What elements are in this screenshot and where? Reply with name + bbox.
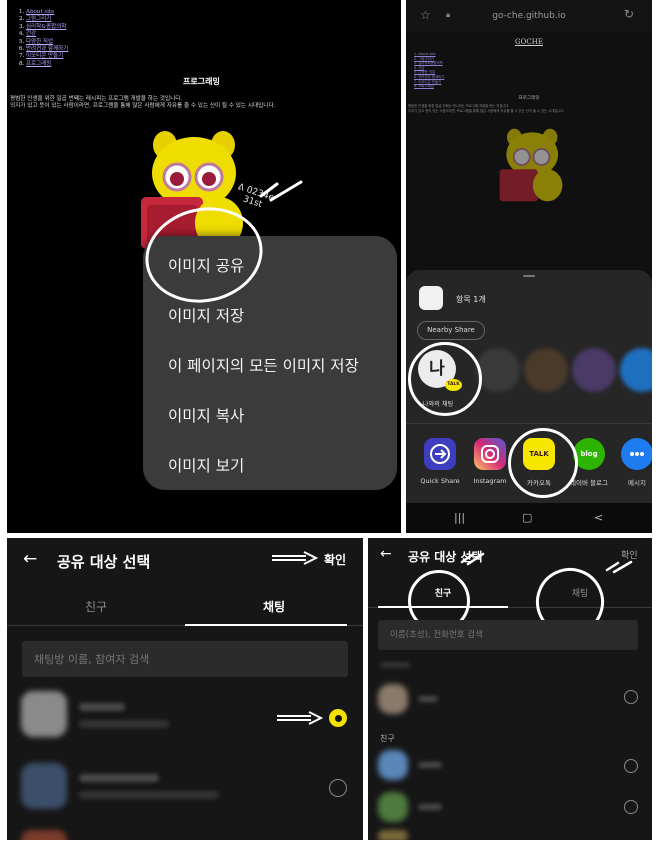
url-text[interactable]: go-che.github.io (406, 11, 652, 21)
blurred-subtitle (79, 720, 169, 728)
page-body-text: 평범한 인생을 위한 일곱 번째는 레시피는 프로그램 개발을 하는 것입니다.… (408, 104, 564, 113)
page-heading: 프로그래밍 (518, 96, 540, 101)
sheet-handle[interactable] (523, 275, 535, 277)
menu-save-all-images[interactable]: 이 페이지의 모든 이미지 저장 (168, 354, 359, 376)
back-arrow-icon[interactable]: ← (23, 549, 37, 569)
search-input[interactable] (378, 620, 638, 650)
character-illustration (499, 128, 563, 202)
refresh-icon[interactable]: ↻ (624, 7, 634, 21)
select-radio[interactable] (624, 800, 638, 814)
site-title[interactable]: GOCHE (406, 38, 652, 46)
divider (406, 423, 652, 424)
blurred-section-label (380, 662, 410, 668)
browser-page-panel: 1. About site 2. 그림그리기 3. 심리학&종합의학 4. 건강… (7, 0, 401, 533)
avatar (378, 792, 408, 822)
blurred-name (418, 804, 442, 810)
message-icon[interactable] (621, 438, 652, 470)
contact-avatar[interactable] (572, 348, 616, 392)
section-header-friends: 친구 (380, 734, 395, 743)
highlight-circle (508, 428, 578, 498)
menu-copy-image[interactable]: 이미지 복사 (168, 404, 244, 426)
avatar (21, 691, 67, 737)
avatar (21, 830, 67, 840)
body-line: 평범한 인생을 위한 일곱 번째는 레시피는 프로그램 개발을 하는 것입니다. (10, 96, 183, 102)
recent-apps-button[interactable]: ||| (454, 511, 465, 524)
blurred-name (79, 774, 159, 782)
select-radio[interactable] (329, 709, 347, 727)
page-body-text: 평범한 인생을 위한 일곱 번째는 레시피는 프로그램 개발을 하는 것입니다.… (10, 96, 275, 110)
document-icon (419, 286, 443, 310)
tab-chats[interactable]: 채팅 (185, 598, 363, 615)
instagram-icon[interactable] (474, 438, 506, 470)
toc-item[interactable]: 5. 다양한 직업 (19, 39, 68, 46)
table-of-contents: 1. About site 2. 그림그리기 3. 심리학&종합의학 4. 건강… (19, 9, 68, 68)
system-nav-bar: ||| ▢ < (406, 503, 652, 533)
tab-friends[interactable]: 친구 (7, 598, 185, 615)
avatar (378, 684, 408, 714)
back-arrow-icon[interactable]: ← (380, 546, 392, 562)
toc-item[interactable]: 4. 건강 (19, 31, 68, 38)
back-nav-button[interactable]: < (594, 511, 603, 524)
search-input[interactable] (22, 641, 348, 677)
page-title: 공유 대상 선택 (57, 553, 151, 571)
toc-item[interactable]: 2. 그림그리기 (19, 16, 68, 23)
select-radio[interactable] (624, 690, 638, 704)
scribble-mark (460, 552, 485, 566)
share-sheet: 항목 1개 Nearby Share 나 TALK 나와의 채팅 TALK bl… (406, 270, 652, 503)
avatar (378, 830, 408, 840)
nearby-share-button[interactable]: Nearby Share (417, 321, 485, 340)
scribble-mark (259, 180, 303, 202)
menu-save-image[interactable]: 이미지 저장 (168, 304, 244, 326)
contact-avatar[interactable] (620, 348, 652, 392)
blurred-name (79, 703, 125, 711)
blurred-name (418, 762, 442, 768)
app-label: Quick Share (420, 477, 460, 485)
address-bar[interactable]: ☆ 🔒︎ go-che.github.io ↻ (406, 0, 652, 32)
active-tab-indicator (185, 624, 347, 626)
kakao-share-chat-panel: ← 공유 대상 선택 확인 친구 채팅 (7, 538, 363, 840)
home-button[interactable]: ▢ (522, 511, 532, 524)
avatar (378, 750, 408, 780)
toc-item[interactable]: 7. 이모티콘 만들기 (19, 53, 68, 60)
toc-item[interactable]: 8. 프로그래밍 (414, 84, 444, 89)
app-label: Instagram (473, 477, 507, 485)
item-count: 항목 1개 (456, 295, 486, 304)
contact-avatar[interactable] (524, 348, 568, 392)
menu-view-image[interactable]: 이미지 보기 (168, 454, 244, 476)
body-line: 의지가 있고 뜻이 있는 사람이라면, 프로그램을 통해 많은 사람에게 자유를… (10, 103, 276, 109)
toc-item[interactable]: 8. 프로그래밍 (19, 61, 68, 68)
page-heading: 프로그래밍 (183, 77, 220, 86)
blurred-name (418, 696, 438, 702)
select-radio[interactable] (624, 759, 638, 773)
hand-drawn-arrow (277, 711, 324, 725)
quick-share-icon[interactable] (424, 438, 456, 470)
app-label: 메시지 (628, 479, 646, 487)
table-of-contents: 1. About site 2. 그림그리기 3. 심리학&종합의학 4. 건강… (414, 52, 444, 89)
blurred-subtitle (79, 791, 219, 799)
contact-avatar[interactable] (476, 348, 520, 392)
select-radio[interactable] (329, 779, 347, 797)
scribble-mark (605, 560, 633, 574)
kakao-share-friends-panel: ← 공유 대상 선택 확인 친구 채팅 친구 (368, 538, 652, 840)
body-line: 의지가 있고 뜻이 있는 사람이라면, 프로그램을 통해 많은 사람에게 자유를… (408, 108, 565, 113)
confirm-button[interactable]: 확인 (324, 551, 346, 568)
hand-drawn-arrow (272, 551, 319, 565)
share-sheet-panel: ☆ 🔒︎ go-che.github.io ↻ GOCHE 1. About s… (406, 0, 652, 533)
highlight-circle (408, 342, 482, 416)
avatar (21, 763, 67, 809)
